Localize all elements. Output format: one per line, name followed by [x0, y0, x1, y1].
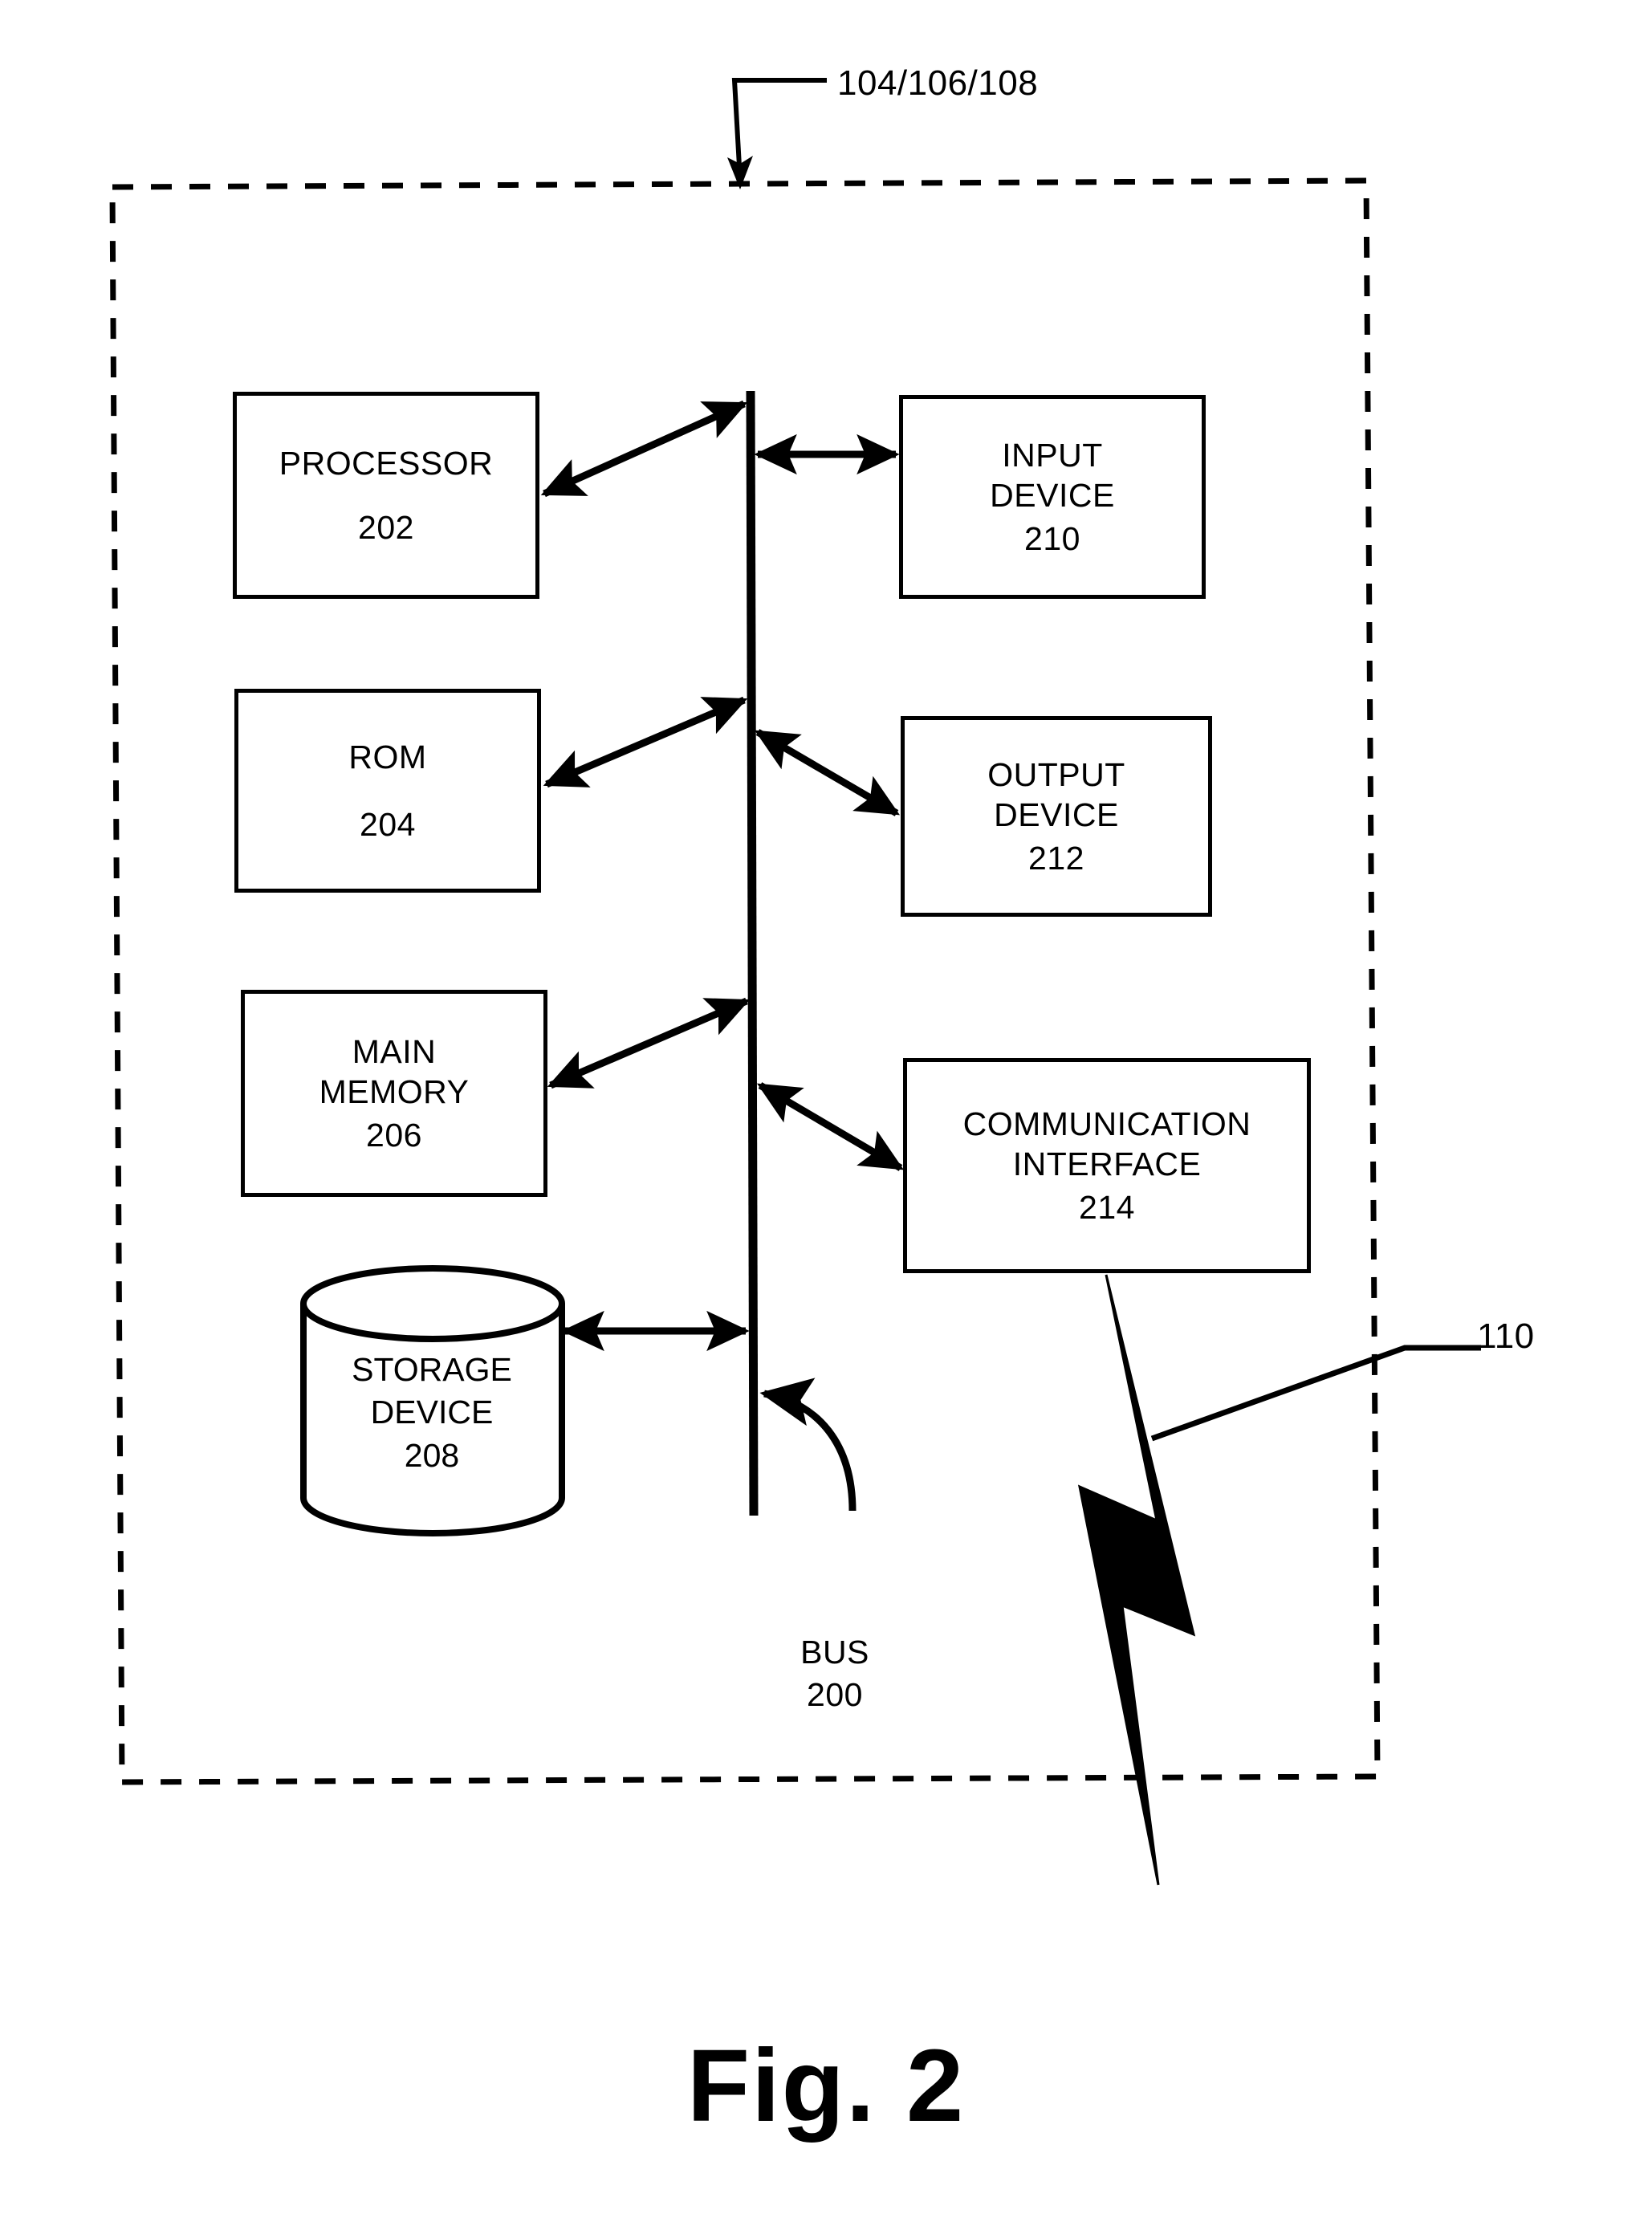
component-label-storage-device: STORAGE DEVICE 208: [303, 1349, 560, 1477]
component-label-rom: ROM: [348, 738, 427, 775]
component-label-storage-device-line2: DEVICE: [370, 1394, 494, 1431]
component-label-communication-interface-line1: COMMUNICATION: [962, 1105, 1251, 1142]
component-box-processor: PROCESSOR 202: [233, 392, 539, 599]
component-reference-main-memory: 206: [366, 1117, 422, 1154]
connector-bus-output-device: [754, 729, 901, 816]
connector-processor-bus: [540, 400, 748, 498]
component-box-communication-interface: COMMUNICATION INTERFACE 214: [903, 1058, 1311, 1273]
component-reference-output-device: 212: [1028, 840, 1084, 877]
bus-label-group: BUS 200: [755, 1631, 915, 1717]
figure-caption: Fig. 2: [686, 2029, 966, 2143]
component-label-output-device-line1: OUTPUT: [987, 755, 1125, 793]
bus-callout-curve: [759, 1378, 857, 1512]
component-box-rom: ROM 204: [234, 689, 541, 893]
bus-line: [746, 390, 759, 1516]
component-reference-processor: 202: [358, 509, 414, 546]
external-reference-label: 110: [1477, 1317, 1535, 1356]
component-label-main-memory-line2: MEMORY: [319, 1072, 470, 1110]
component-reference-input-device: 210: [1024, 520, 1080, 557]
component-label-input-device-line1: INPUT: [1002, 436, 1103, 474]
connector-rom-bus: [543, 696, 748, 788]
component-reference-rom: 204: [360, 806, 416, 843]
external-reference-leader: [1150, 1345, 1481, 1442]
component-reference-storage-device: 208: [404, 1436, 460, 1474]
component-label-communication-interface-line2: INTERFACE: [1012, 1145, 1202, 1182]
bus-label: BUS: [800, 1634, 869, 1671]
component-label-storage-device-line1: STORAGE: [352, 1351, 512, 1388]
component-label-main-memory-line1: MAIN: [352, 1032, 437, 1070]
component-box-output-device: OUTPUT DEVICE 212: [901, 716, 1212, 917]
bus-reference: 200: [807, 1676, 863, 1714]
connector-main-memory-bus: [547, 997, 751, 1089]
wireless-link-lightning-bolt: [1077, 1274, 1196, 1886]
component-label-processor: PROCESSOR: [279, 444, 494, 482]
component-box-main-memory: MAIN MEMORY 206: [241, 990, 547, 1197]
component-reference-communication-interface: 214: [1079, 1189, 1135, 1226]
patent-figure: PROCESSOR 202 ROM 204 MAIN MEMORY 206 ST…: [0, 0, 1652, 2218]
component-label-input-device-line2: DEVICE: [990, 476, 1115, 514]
component-label-output-device-line2: DEVICE: [994, 796, 1119, 833]
connector-bus-comm-interface: [756, 1082, 905, 1171]
component-box-input-device: INPUT DEVICE 210: [899, 395, 1206, 599]
system-reference-label: 104/106/108: [837, 63, 1039, 103]
